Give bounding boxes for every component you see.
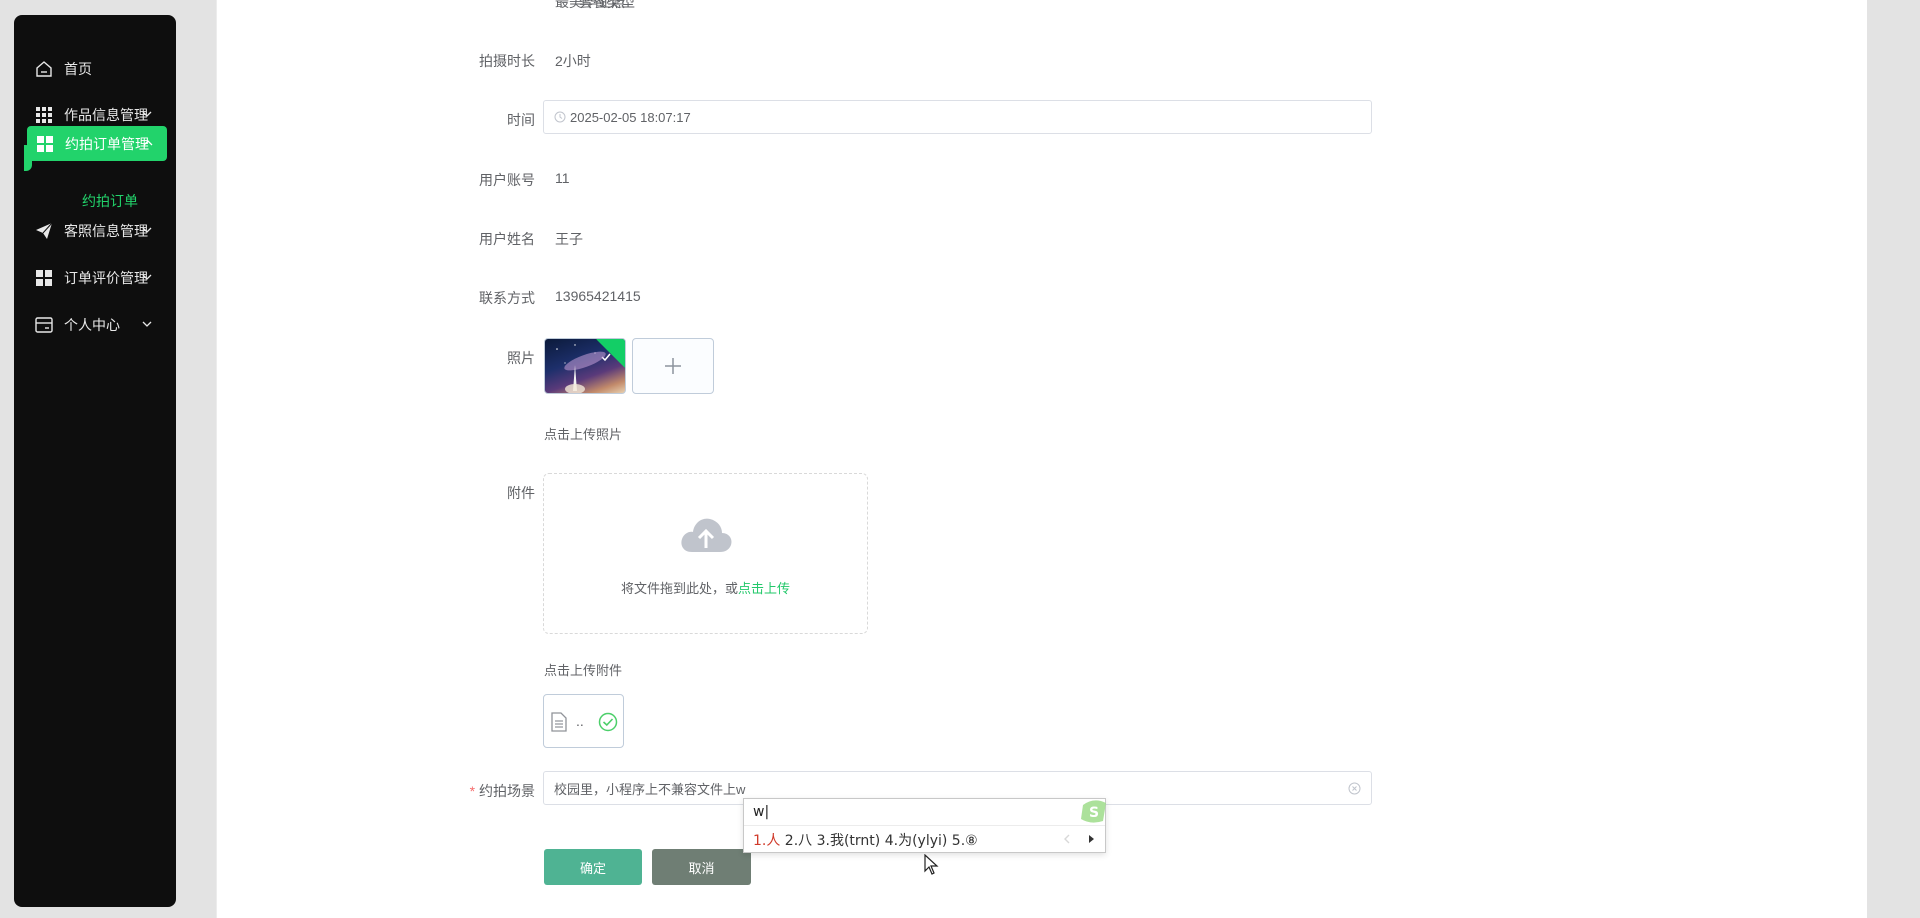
account-label: 用户账号 — [479, 172, 535, 188]
dropzone-text: 将文件拖到此处，或点击上传 — [544, 578, 867, 597]
contact-value: 13965421415 — [555, 288, 641, 304]
ime-candidate-rest[interactable]: 2.八 3.我(trnt) 4.为(ylyi) 5.⑧ — [780, 833, 978, 849]
cloud-upload-icon — [681, 518, 732, 552]
time-label: 时间 — [507, 112, 535, 128]
name-label: 用户姓名 — [479, 231, 535, 247]
click-upload-link[interactable]: 点击上传 — [738, 581, 790, 596]
contact-label: 联系方式 — [479, 290, 535, 306]
chevron-down-icon — [142, 321, 152, 327]
ime-candidates[interactable]: 1.人 2.八 3.我(trnt) 4.为(ylyi) 5.⑧ — [753, 830, 978, 850]
package-type-value: 最美毕业照 — [555, 0, 625, 10]
sidebar-item-label: 客照信息管理 — [64, 223, 148, 239]
cancel-button[interactable]: 取消 — [652, 849, 751, 885]
ime-prev-icon[interactable] — [1063, 834, 1071, 844]
photo-thumbnail[interactable] — [544, 338, 626, 394]
attachment-label: 附件 — [507, 485, 535, 501]
attachment-file[interactable]: .. — [543, 694, 624, 748]
chevron-down-icon — [142, 274, 152, 280]
photo-image — [556, 344, 606, 393]
photo-hint: 点击上传照片 — [544, 427, 623, 442]
duration-value: 2小时 — [555, 53, 591, 69]
card-icon — [34, 315, 54, 335]
required-mark: * — [469, 783, 476, 799]
grid-icon — [34, 105, 54, 125]
sidebar-item-reviews[interactable]: 订单评价管理 — [26, 260, 166, 296]
apps-icon — [34, 268, 54, 288]
scene-input-value: 校园里，小程序上不兼容文件上w — [554, 781, 746, 797]
account-value: 11 — [555, 170, 570, 186]
file-name: .. — [576, 713, 584, 729]
chevron-down-icon — [142, 111, 152, 117]
home-icon — [34, 59, 54, 79]
sidebar-item-home[interactable]: 首页 — [26, 51, 166, 87]
ime-next-icon[interactable] — [1087, 834, 1095, 844]
sidebar-item-label: 个人中心 — [64, 317, 120, 333]
chevron-down-icon — [142, 227, 152, 233]
mouse-cursor-icon — [924, 854, 939, 875]
add-photo-button[interactable] — [632, 338, 714, 394]
ime-separator — [744, 825, 1105, 826]
sidebar-item-orders[interactable]: 约拍订单管理 — [27, 126, 167, 161]
sogou-logo-icon: S — [1081, 800, 1106, 823]
confirm-button[interactable]: 确定 — [544, 849, 642, 885]
clock-icon — [554, 111, 566, 123]
dropzone-instruction: 将文件拖到此处，或 — [620, 581, 738, 596]
check-circle-icon — [598, 712, 618, 732]
time-field[interactable]: 2025-02-05 18:07:17 — [543, 100, 1372, 134]
ime-candidate-first[interactable]: 1.人 — [753, 833, 780, 849]
sidebar-item-label: 首页 — [64, 61, 92, 77]
send-icon — [34, 221, 54, 241]
ime-candidate-window: w| S 1.人 2.八 3.我(trnt) 4.为(ylyi) 5.⑧ — [743, 798, 1106, 853]
sidebar-item-profile[interactable]: 个人中心 — [26, 307, 166, 343]
photo-label: 照片 — [507, 350, 535, 366]
scene-label: * 约拍场景 — [415, 781, 535, 801]
duration-label: 拍摄时长 — [479, 53, 535, 69]
chevron-up-icon — [143, 140, 153, 146]
time-value: 2025-02-05 18:07:17 — [570, 109, 691, 125]
svg-text:S: S — [1089, 805, 1099, 821]
sidebar-item-label: 作品信息管理 — [64, 107, 148, 123]
apps-icon — [35, 134, 55, 154]
sidebar-item-client-photos[interactable]: 客照信息管理 — [26, 213, 166, 249]
sidebar: 首页 作品信息管理 约拍订单管理 约拍订单 客照信息管理 订单评价管理 个人中心 — [14, 15, 176, 907]
document-icon — [551, 712, 567, 732]
main-panel: 套餐类型 最美毕业照 拍摄时长 2小时 时间 2025-02-05 18:07:… — [216, 0, 1867, 918]
scene-label-text: 约拍场景 — [479, 783, 535, 799]
sidebar-item-label: 订单评价管理 — [64, 270, 148, 286]
ime-composition: w| — [753, 804, 770, 820]
clear-icon[interactable] — [1348, 782, 1361, 795]
sidebar-item-label: 约拍订单管理 — [65, 135, 149, 152]
sidebar-subitem-orders[interactable]: 约拍订单 — [82, 191, 138, 211]
attachment-hint: 点击上传附件 — [544, 663, 623, 678]
plus-icon — [665, 358, 681, 374]
attachment-dropzone[interactable]: 将文件拖到此处，或点击上传 — [543, 473, 868, 634]
name-value: 王子 — [555, 231, 583, 247]
